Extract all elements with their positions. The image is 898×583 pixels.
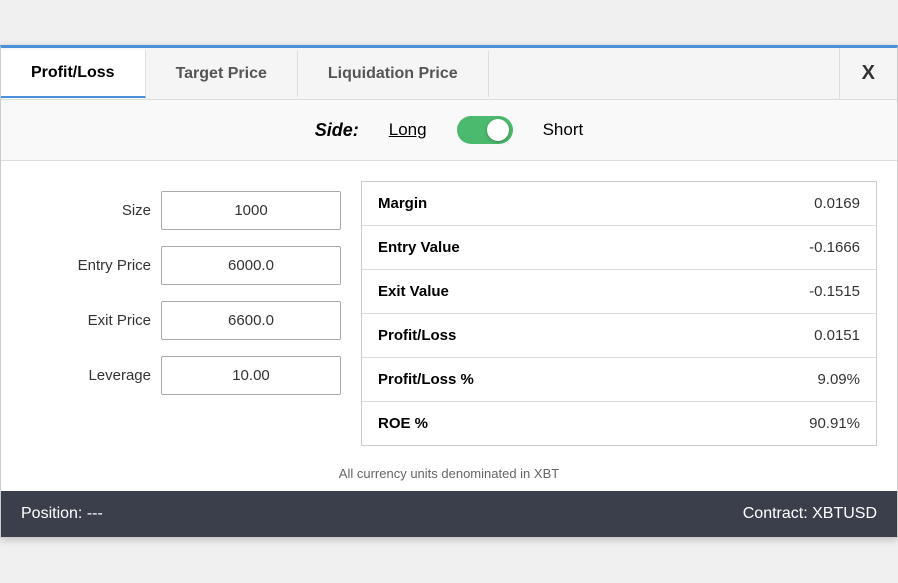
footer-position: Position: --- bbox=[21, 505, 103, 523]
calculator-container: Profit/Loss Target Price Liquidation Pri… bbox=[0, 45, 898, 538]
exit-price-label: Exit Price bbox=[61, 312, 151, 329]
exit-price-row: Exit Price bbox=[21, 301, 341, 340]
entry-price-row: Entry Price bbox=[21, 246, 341, 285]
result-value-3: 0.0151 bbox=[674, 314, 876, 358]
side-label: Side: bbox=[315, 120, 359, 141]
leverage-input[interactable] bbox=[161, 356, 341, 395]
result-value-1: -0.1666 bbox=[674, 226, 876, 270]
results-table: Margin 0.0169 Entry Value -0.1666 Exit V… bbox=[362, 182, 876, 445]
leverage-label: Leverage bbox=[61, 367, 151, 384]
footer: Position: --- Contract: XBTUSD bbox=[1, 491, 897, 537]
tab-bar: Profit/Loss Target Price Liquidation Pri… bbox=[1, 48, 897, 100]
size-input[interactable] bbox=[161, 191, 341, 230]
toggle-thumb bbox=[487, 119, 509, 141]
exit-price-input[interactable] bbox=[161, 301, 341, 340]
result-label-3: Profit/Loss bbox=[362, 314, 674, 358]
result-label-0: Margin bbox=[362, 182, 674, 226]
side-row: Side: Long Short bbox=[1, 100, 897, 161]
results-row: Entry Value -0.1666 bbox=[362, 226, 876, 270]
result-label-5: ROE % bbox=[362, 402, 674, 446]
result-value-4: 9.09% bbox=[674, 358, 876, 402]
side-long-button[interactable]: Long bbox=[389, 120, 427, 140]
results-row: Exit Value -0.1515 bbox=[362, 270, 876, 314]
result-label-1: Entry Value bbox=[362, 226, 674, 270]
side-short-button[interactable]: Short bbox=[543, 120, 584, 140]
results-row: Profit/Loss % 9.09% bbox=[362, 358, 876, 402]
result-label-4: Profit/Loss % bbox=[362, 358, 674, 402]
side-toggle[interactable] bbox=[457, 116, 513, 144]
result-label-2: Exit Value bbox=[362, 270, 674, 314]
tab-target-price[interactable]: Target Price bbox=[146, 51, 298, 97]
main-content: Size Entry Price Exit Price Leverage Mar… bbox=[1, 161, 897, 456]
result-value-5: 90.91% bbox=[674, 402, 876, 446]
entry-price-label: Entry Price bbox=[61, 257, 151, 274]
footer-contract: Contract: XBTUSD bbox=[743, 505, 877, 523]
result-value-0: 0.0169 bbox=[674, 182, 876, 226]
entry-price-input[interactable] bbox=[161, 246, 341, 285]
results-row: ROE % 90.91% bbox=[362, 402, 876, 446]
results-row: Margin 0.0169 bbox=[362, 182, 876, 226]
form-section: Size Entry Price Exit Price Leverage bbox=[21, 181, 341, 446]
results-row: Profit/Loss 0.0151 bbox=[362, 314, 876, 358]
tab-liquidation-price[interactable]: Liquidation Price bbox=[298, 51, 489, 97]
tab-profit-loss[interactable]: Profit/Loss bbox=[1, 50, 146, 98]
size-row: Size bbox=[21, 191, 341, 230]
size-label: Size bbox=[61, 202, 151, 219]
results-section: Margin 0.0169 Entry Value -0.1666 Exit V… bbox=[361, 181, 877, 446]
leverage-row: Leverage bbox=[21, 356, 341, 395]
currency-note: All currency units denominated in XBT bbox=[1, 456, 897, 481]
close-button[interactable]: X bbox=[839, 48, 897, 99]
result-value-2: -0.1515 bbox=[674, 270, 876, 314]
toggle-track[interactable] bbox=[457, 116, 513, 144]
